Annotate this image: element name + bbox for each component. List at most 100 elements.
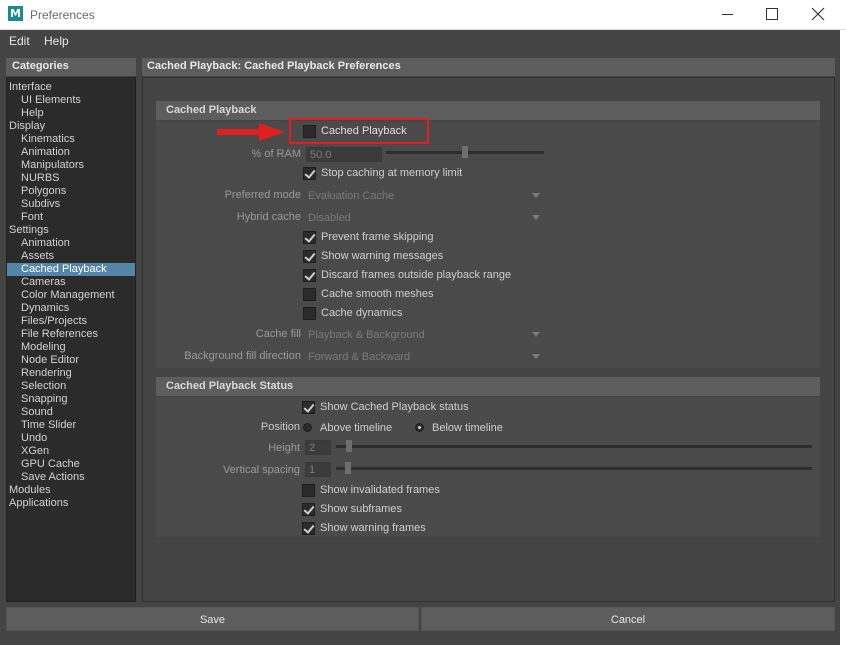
menu-help[interactable]: Help bbox=[44, 34, 69, 48]
category-item[interactable]: Animation bbox=[7, 146, 135, 159]
show-warning-frames-checkbox[interactable] bbox=[302, 522, 315, 535]
ram-label: % of RAM bbox=[251, 148, 301, 160]
category-item[interactable]: Manipulators bbox=[7, 159, 135, 172]
section-status-header[interactable]: Cached Playback Status bbox=[156, 377, 820, 396]
height-slider-handle[interactable] bbox=[346, 440, 352, 452]
show-status-checkbox[interactable] bbox=[302, 401, 315, 414]
category-item[interactable]: Animation bbox=[7, 237, 135, 250]
radio-above-timeline[interactable] bbox=[303, 423, 312, 432]
category-item[interactable]: Modules bbox=[7, 484, 135, 497]
category-item[interactable]: Node Editor bbox=[7, 354, 135, 367]
ram-field[interactable]: 50.0 bbox=[306, 147, 382, 162]
prevent-skipping-label: Prevent frame skipping bbox=[321, 231, 434, 243]
menu-bar: Edit Help bbox=[0, 30, 846, 52]
height-field[interactable]: 2 bbox=[305, 440, 331, 455]
ram-slider-handle[interactable] bbox=[462, 146, 468, 158]
window-title: Preferences bbox=[30, 8, 95, 22]
category-item[interactable]: Applications bbox=[7, 497, 135, 510]
radio-below-timeline[interactable] bbox=[415, 423, 424, 432]
bg-fill-direction-value: Forward & Backward bbox=[308, 351, 411, 363]
category-item[interactable]: Modeling bbox=[7, 341, 135, 354]
smooth-meshes-label: Cache smooth meshes bbox=[321, 288, 434, 300]
cache-dynamics-checkbox[interactable] bbox=[303, 307, 316, 320]
category-item[interactable]: NURBS bbox=[7, 172, 135, 185]
menu-edit[interactable]: Edit bbox=[9, 34, 30, 48]
category-item[interactable]: UI Elements bbox=[7, 94, 135, 107]
category-item[interactable]: Kinematics bbox=[7, 133, 135, 146]
cache-dynamics-label: Cache dynamics bbox=[321, 307, 403, 319]
category-item[interactable]: Display bbox=[7, 120, 135, 133]
category-item[interactable]: Rendering bbox=[7, 367, 135, 380]
show-status-label: Show Cached Playback status bbox=[320, 401, 469, 413]
category-item[interactable]: Cached Playback bbox=[7, 263, 135, 276]
cancel-button[interactable]: Cancel bbox=[421, 607, 835, 631]
category-item[interactable]: Color Management bbox=[7, 289, 135, 302]
chevron-down-icon bbox=[532, 193, 540, 198]
category-item[interactable]: Files/Projects bbox=[7, 315, 135, 328]
category-item[interactable]: Undo bbox=[7, 432, 135, 445]
category-item[interactable]: Dynamics bbox=[7, 302, 135, 315]
vertical-spacing-label: Vertical spacing bbox=[222, 464, 300, 476]
category-item[interactable]: Assets bbox=[7, 250, 135, 263]
category-item[interactable]: Snapping bbox=[7, 393, 135, 406]
stop-caching-checkbox[interactable] bbox=[303, 167, 316, 180]
preferred-mode-label: Preferred mode bbox=[224, 189, 301, 201]
category-item[interactable]: Selection bbox=[7, 380, 135, 393]
smooth-meshes-checkbox[interactable] bbox=[303, 288, 316, 301]
cache-fill-dropdown[interactable]: Playback & Background bbox=[306, 328, 544, 343]
maximize-button[interactable] bbox=[760, 4, 784, 24]
show-warnings-checkbox[interactable] bbox=[303, 250, 316, 263]
category-item[interactable]: Sound bbox=[7, 406, 135, 419]
save-button[interactable]: Save bbox=[6, 607, 419, 631]
vertical-spacing-slider-handle[interactable] bbox=[345, 462, 351, 474]
categories-list[interactable]: Interface UI Elements Help Display Kinematic… bbox=[6, 77, 136, 602]
categories-header: Categories bbox=[6, 58, 136, 76]
chevron-down-icon bbox=[532, 215, 540, 220]
chevron-down-icon bbox=[532, 354, 540, 359]
discard-frames-checkbox[interactable] bbox=[303, 269, 316, 282]
close-icon bbox=[811, 7, 825, 21]
category-item[interactable]: Time Slider bbox=[7, 419, 135, 432]
category-item[interactable]: Subdivs bbox=[7, 198, 135, 211]
title-bar: M Preferences bbox=[0, 0, 846, 30]
window-edge bbox=[840, 30, 846, 645]
height-label: Height bbox=[268, 442, 300, 454]
prevent-skipping-checkbox[interactable] bbox=[303, 231, 316, 244]
category-item[interactable]: Help bbox=[7, 107, 135, 120]
position-label: Position bbox=[260, 421, 300, 433]
category-item[interactable]: Polygons bbox=[7, 185, 135, 198]
bg-fill-direction-label: Background fill direction bbox=[184, 350, 301, 362]
show-warnings-label: Show warning messages bbox=[321, 250, 444, 262]
cache-fill-value: Playback & Background bbox=[308, 329, 425, 341]
category-item[interactable]: GPU Cache bbox=[7, 458, 135, 471]
minimize-button[interactable] bbox=[716, 4, 740, 24]
hybrid-cache-label: Hybrid cache bbox=[236, 211, 301, 223]
below-timeline-label: Below timeline bbox=[432, 422, 503, 434]
hybrid-cache-value: Disabled bbox=[308, 212, 351, 224]
maya-logo-icon: M bbox=[8, 6, 23, 21]
category-item[interactable]: Save Actions bbox=[7, 471, 135, 484]
hybrid-cache-dropdown[interactable]: Disabled bbox=[306, 211, 544, 226]
chevron-down-icon bbox=[532, 332, 540, 337]
show-subframes-label: Show subframes bbox=[320, 503, 402, 515]
bg-fill-direction-dropdown[interactable]: Forward & Backward bbox=[306, 350, 544, 365]
show-subframes-checkbox[interactable] bbox=[302, 503, 315, 516]
show-invalidated-checkbox[interactable] bbox=[302, 484, 315, 497]
category-item[interactable]: Font bbox=[7, 211, 135, 224]
category-item[interactable]: Settings bbox=[7, 224, 135, 237]
category-item[interactable]: XGen bbox=[7, 445, 135, 458]
highlight-box bbox=[289, 118, 429, 144]
show-invalidated-label: Show invalidated frames bbox=[320, 484, 440, 496]
height-slider-track[interactable] bbox=[336, 445, 812, 448]
above-timeline-label: Above timeline bbox=[320, 422, 393, 434]
preferred-mode-dropdown[interactable]: Evaluation Cache bbox=[306, 189, 544, 204]
preferred-mode-value: Evaluation Cache bbox=[308, 190, 395, 202]
discard-frames-label: Discard frames outside playback range bbox=[321, 269, 512, 281]
category-item[interactable]: Cameras bbox=[7, 276, 135, 289]
vertical-spacing-field[interactable]: 1 bbox=[305, 462, 331, 477]
vertical-spacing-slider-track[interactable] bbox=[336, 467, 812, 470]
close-button[interactable] bbox=[806, 4, 830, 24]
category-item[interactable]: File References bbox=[7, 328, 135, 341]
category-item[interactable]: Interface bbox=[7, 81, 135, 94]
section-cached-playback-header[interactable]: Cached Playback bbox=[156, 101, 820, 120]
